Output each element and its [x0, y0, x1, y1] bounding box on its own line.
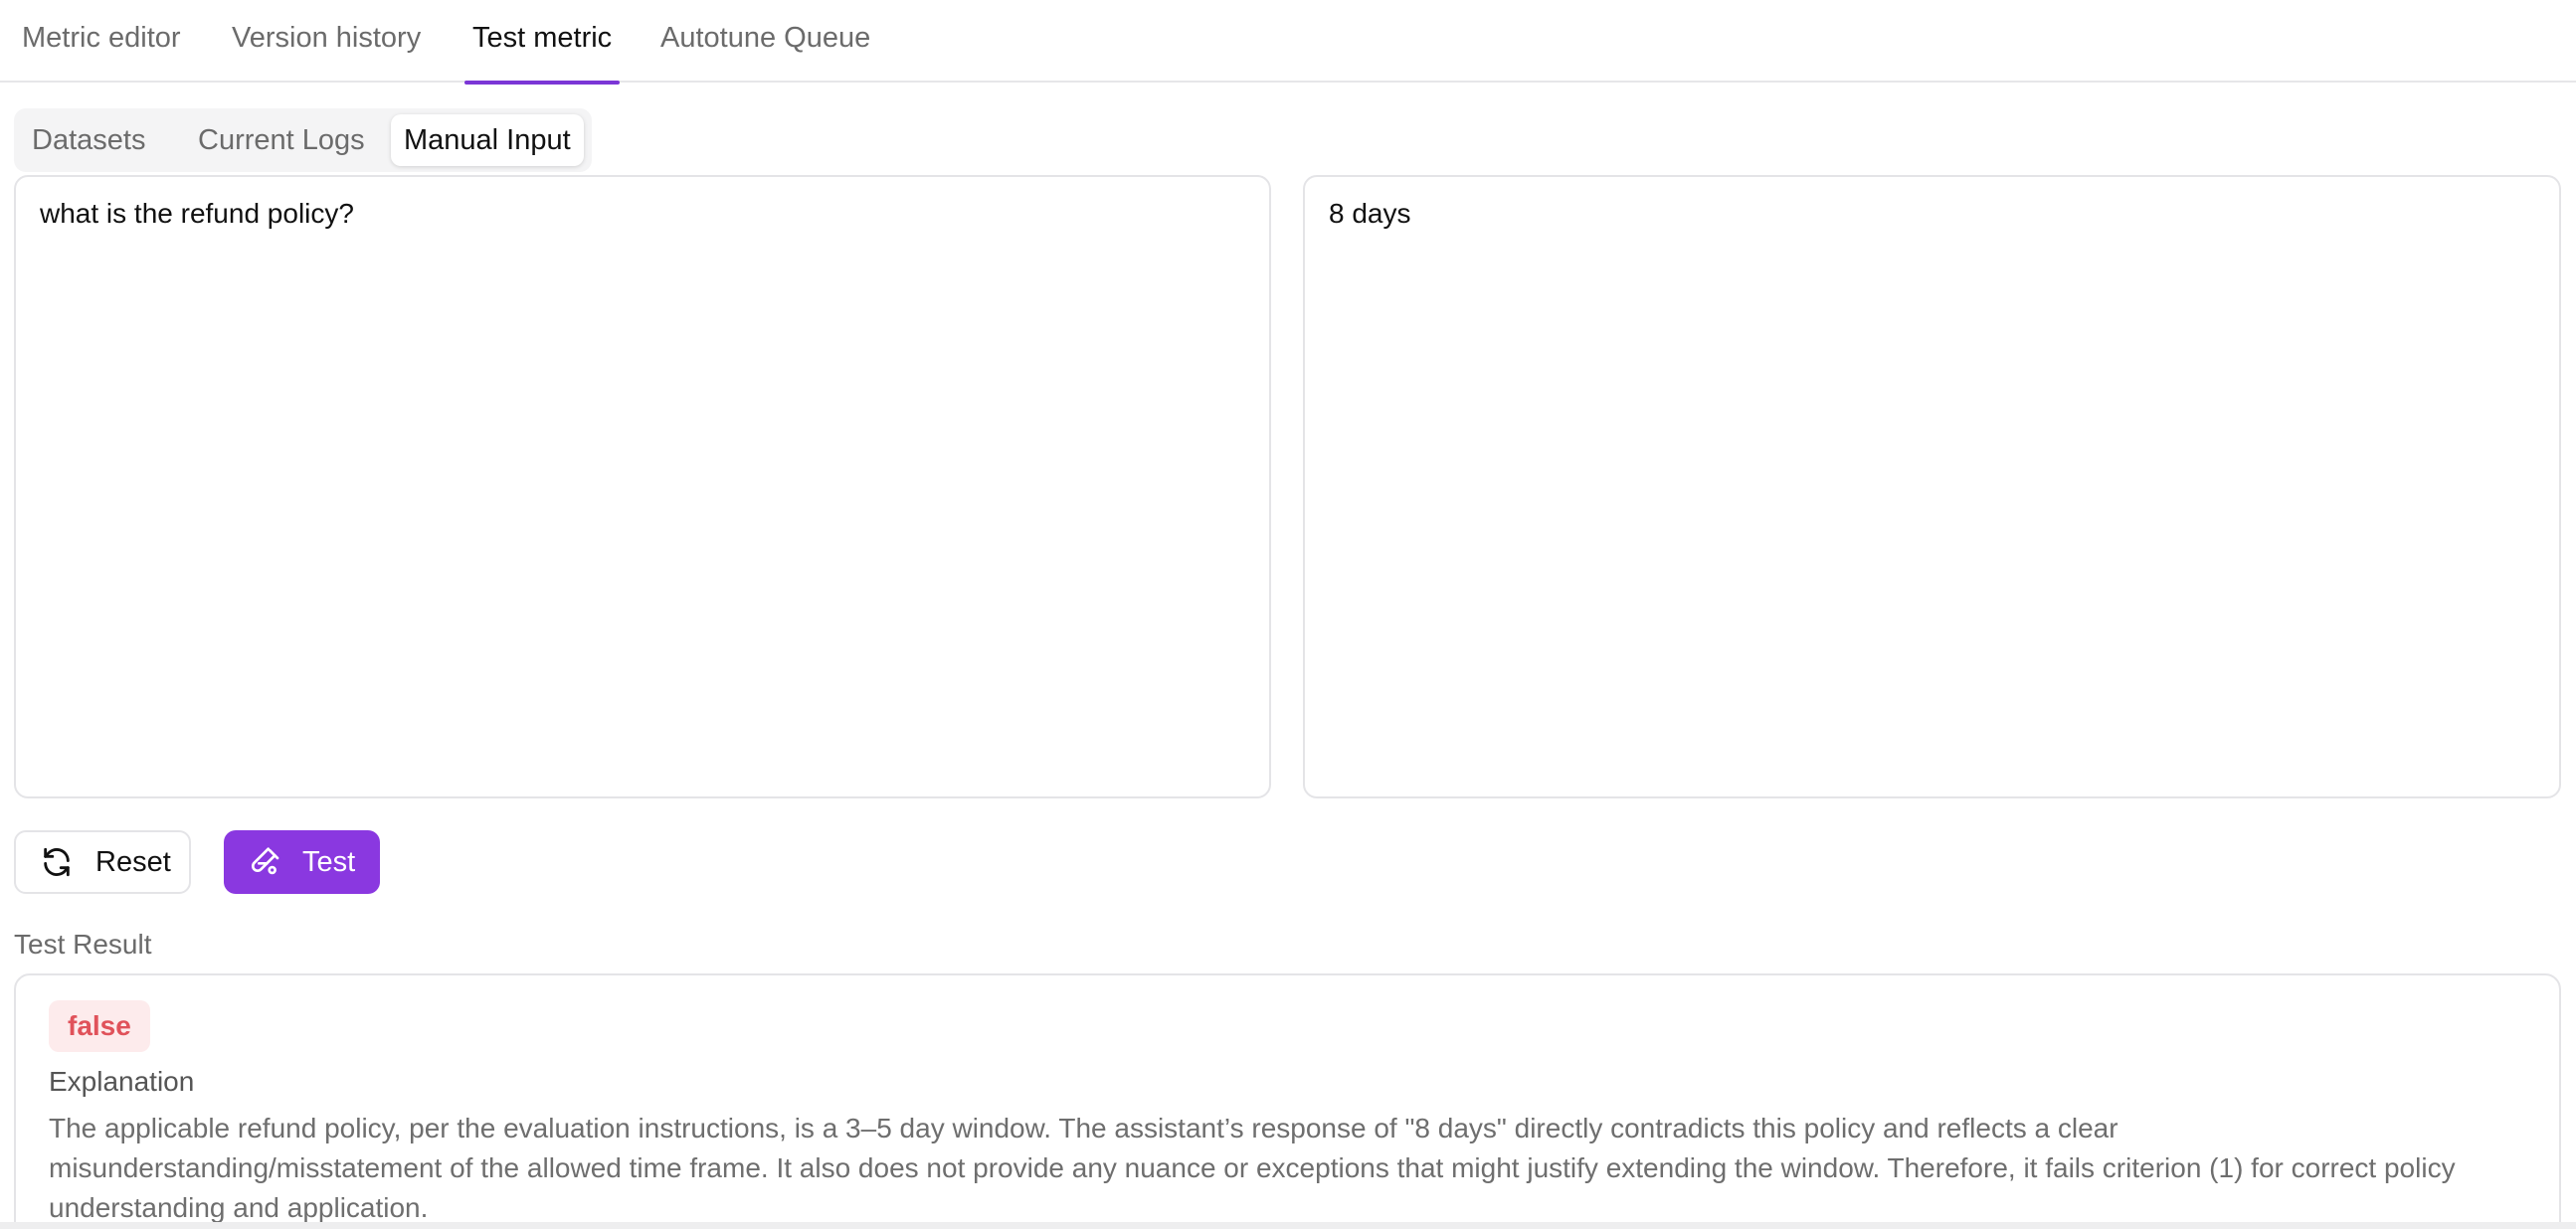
tab-test-metric[interactable]: Test metric	[463, 0, 621, 85]
reset-button-label: Reset	[95, 845, 171, 878]
input-textarea[interactable]: what is the refund policy?	[16, 177, 1269, 796]
subtab-manual-input[interactable]: Manual Input	[391, 114, 584, 166]
refresh-icon	[44, 847, 70, 877]
explanation-text: The applicable refund policy, per the ev…	[49, 1113, 2456, 1223]
test-result-heading: Test Result	[14, 929, 152, 960]
tab-metric-editor[interactable]: Metric editor	[22, 0, 181, 83]
tab-autotune-queue[interactable]: Autotune Queue	[660, 0, 870, 83]
reset-button[interactable]: Reset	[14, 830, 191, 894]
output-textarea[interactable]: 8 days	[1305, 177, 2559, 796]
test-button-label: Test	[302, 845, 356, 878]
input-source-tabs: Datasets Current Logs Manual Input	[14, 108, 592, 172]
subtab-datasets[interactable]: Datasets	[19, 114, 158, 166]
explanation-heading: Explanation	[49, 1066, 195, 1097]
flask-icon	[251, 847, 279, 875]
bottom-divider	[0, 1222, 2576, 1229]
test-result-card: false Explanation The applicable refund …	[14, 973, 2561, 1229]
test-button[interactable]: Test	[224, 830, 380, 894]
output-panel: 8 days	[1303, 175, 2561, 798]
top-tab-bar: Metric editor Version history Test metri…	[0, 0, 2576, 85]
subtab-current-logs[interactable]: Current Logs	[185, 114, 378, 166]
tab-version-history[interactable]: Version history	[232, 0, 421, 83]
input-panel: what is the refund policy?	[14, 175, 1271, 798]
result-status-badge: false	[49, 1000, 150, 1052]
